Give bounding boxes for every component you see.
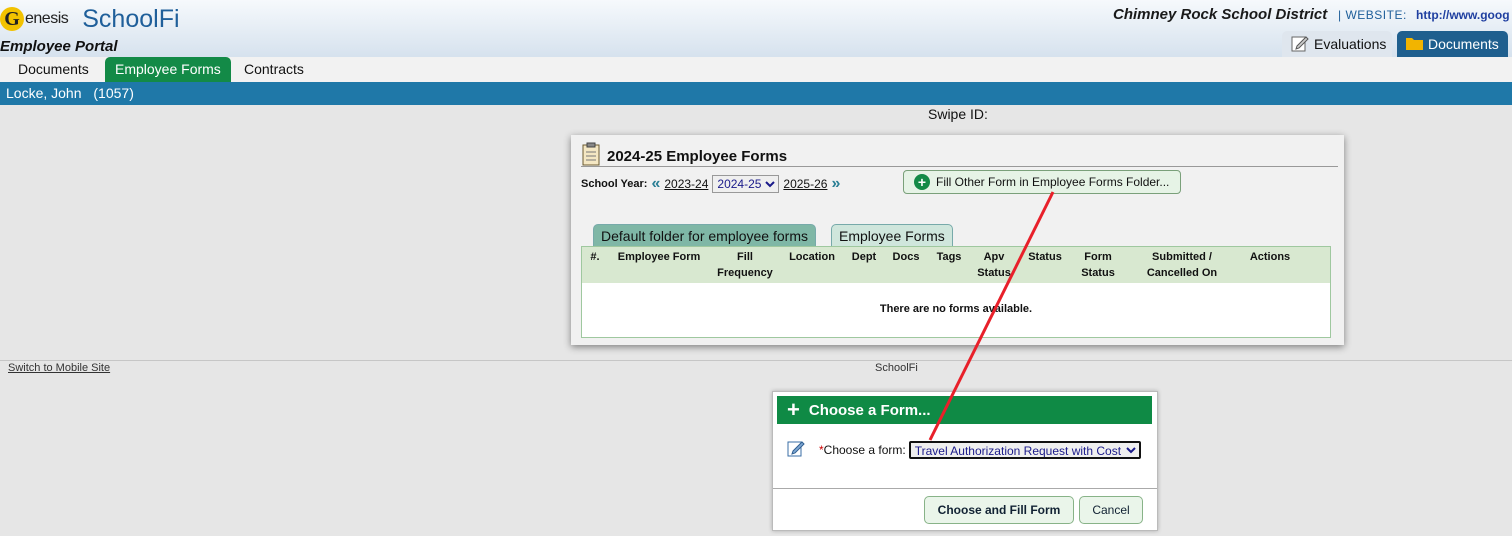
annotation-line — [928, 191, 1055, 441]
annotation-arrow — [928, 191, 1055, 441]
